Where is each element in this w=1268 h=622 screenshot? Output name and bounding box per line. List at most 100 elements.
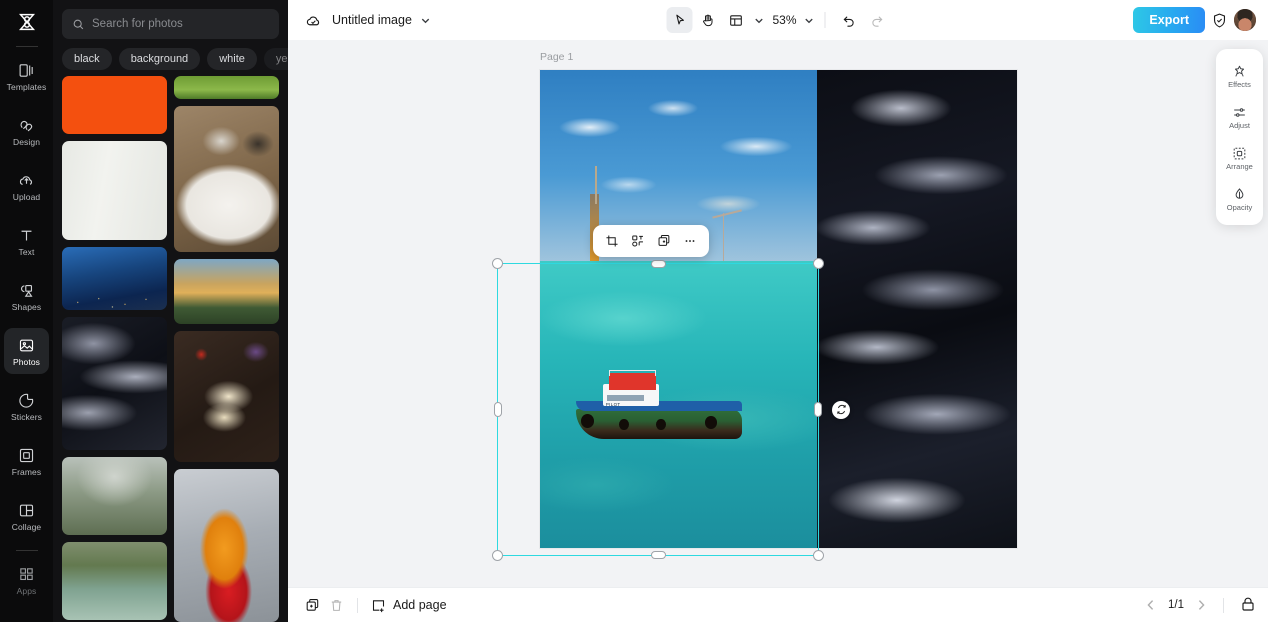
thumbnail-orange-solid[interactable]	[62, 76, 167, 134]
photos-panel: black background white yellow	[53, 0, 288, 622]
collapse-panel-button[interactable]	[286, 292, 288, 338]
sidebar-item-label: Templates	[6, 81, 47, 92]
canvas-tools: 53%	[666, 7, 890, 33]
resize-handle-bottom[interactable]	[650, 551, 666, 559]
rotate-handle[interactable]	[832, 400, 850, 419]
design-canvas[interactable]: PILOT	[540, 70, 1017, 548]
duplicate-page-button[interactable]	[300, 593, 324, 617]
chip-white[interactable]: white	[207, 48, 257, 70]
user-avatar[interactable]	[1234, 9, 1256, 31]
canvas-stage[interactable]: Page 1 PILOT Effects Adjust Arrange Opac…	[288, 40, 1268, 587]
export-button[interactable]: Export	[1133, 7, 1205, 33]
duplicate-button[interactable]	[652, 229, 676, 253]
layout-tool-button[interactable]	[723, 7, 749, 33]
add-page-button[interactable]: Add page	[371, 598, 447, 613]
hand-tool-button[interactable]	[695, 7, 721, 33]
thumbnail-green-grass-field[interactable]	[174, 76, 279, 99]
opacity-button[interactable]: Opacity	[1219, 179, 1260, 220]
shapes-icon	[18, 281, 35, 301]
adjust-label: Adjust	[1229, 121, 1250, 131]
sidebar-item-apps[interactable]: Apps	[4, 557, 49, 603]
sidebar-item-shapes[interactable]: Shapes	[4, 273, 49, 319]
thumbnail-cosplay-portrait[interactable]	[174, 468, 279, 622]
thumbnail-pork-dinner-plate[interactable]	[174, 105, 279, 252]
collage-icon	[18, 501, 35, 521]
add-page-icon	[371, 598, 386, 613]
layout-chevron-down-icon[interactable]	[754, 15, 765, 26]
search-box[interactable]	[62, 9, 279, 39]
thumbnail-city-night-aerial[interactable]	[62, 247, 167, 310]
thumbnail-dark-silk-fabric[interactable]	[62, 317, 167, 450]
resize-handle-top[interactable]	[650, 260, 666, 268]
zoom-level-value[interactable]: 53%	[771, 13, 799, 27]
sidebar-item-label: Text	[18, 246, 35, 257]
thumbnail-mountain-monastery[interactable]	[62, 457, 167, 535]
photo-grid-column-1	[62, 76, 167, 622]
sidebar-item-text[interactable]: Text	[4, 218, 49, 264]
bottom-toolbar: Add page 1/1	[288, 587, 1268, 622]
thumbnail-city-bridge-sunset[interactable]	[174, 258, 279, 324]
sidebar-item-label: Shapes	[11, 301, 42, 312]
adjust-button[interactable]: Adjust	[1219, 97, 1260, 138]
undo-button[interactable]	[836, 7, 862, 33]
resize-handle-bottom-left[interactable]	[492, 550, 503, 561]
thumbnail-white-paper-texture[interactable]	[62, 141, 167, 240]
thumbnail-suspension-bridge[interactable]	[62, 542, 167, 620]
cloud-saved-icon	[305, 12, 322, 29]
templates-icon	[18, 61, 35, 81]
photo-grid	[53, 76, 288, 622]
chip-yellow[interactable]: yellow	[263, 48, 288, 70]
toolbar-divider	[824, 12, 826, 28]
sidebar-item-collage[interactable]: Collage	[4, 493, 49, 539]
redo-button[interactable]	[864, 7, 890, 33]
rotate-icon	[836, 404, 847, 415]
resize-handle-top-left[interactable]	[492, 258, 503, 269]
zoom-chevron-down-icon[interactable]	[804, 15, 815, 26]
chip-black[interactable]: black	[62, 48, 112, 70]
sidebar-item-stickers[interactable]: Stickers	[4, 383, 49, 429]
shield-check-icon[interactable]	[1211, 12, 1228, 29]
canvas-layer-sea-boat[interactable]: PILOT	[540, 261, 817, 548]
sidebar-item-label: Design	[12, 136, 41, 147]
resize-handle-top-right[interactable]	[813, 258, 824, 269]
boat-label: PILOT	[605, 402, 621, 408]
delete-page-button[interactable]	[324, 593, 348, 617]
sidebar-item-label: Apps	[16, 585, 37, 596]
page-navigator: 1/1	[1145, 597, 1256, 613]
canvas-image-dark-silk[interactable]	[816, 70, 1017, 548]
cutout-button[interactable]	[626, 229, 650, 253]
resize-handle-left[interactable]	[494, 402, 502, 417]
filter-chips: black background white yellow	[53, 39, 288, 79]
chip-background[interactable]: background	[118, 48, 201, 70]
arrange-label: Arrange	[1226, 162, 1253, 172]
thumbnail-tacos-on-board[interactable]	[174, 330, 279, 462]
left-nav-rail: Templates Design Upload Text Shapes Phot…	[0, 0, 53, 622]
rail-divider-top	[15, 46, 38, 47]
effects-button[interactable]: Effects	[1219, 56, 1260, 97]
select-tool-button[interactable]	[666, 7, 693, 33]
sparkle-icon	[1232, 64, 1247, 79]
next-page-button[interactable]	[1195, 599, 1207, 611]
document-title[interactable]: Untitled image	[332, 13, 412, 27]
capcut-logo-icon[interactable]	[0, 0, 53, 44]
sidebar-item-design[interactable]: Design	[4, 108, 49, 154]
sidebar-item-templates[interactable]: Templates	[4, 53, 49, 99]
title-chevron-down-icon[interactable]	[420, 15, 431, 26]
photos-icon	[18, 336, 35, 356]
sidebar-item-label: Stickers	[10, 411, 43, 422]
sliders-icon	[1232, 105, 1247, 120]
sidebar-item-label: Upload	[12, 191, 41, 202]
sidebar-item-photos[interactable]: Photos	[4, 328, 49, 374]
sidebar-item-label: Photos	[12, 356, 41, 367]
crop-button[interactable]	[600, 229, 624, 253]
resize-handle-bottom-right[interactable]	[813, 550, 824, 561]
search-input[interactable]	[92, 18, 269, 30]
arrange-button[interactable]: Arrange	[1219, 138, 1260, 179]
sidebar-item-upload[interactable]: Upload	[4, 163, 49, 209]
boat-graphic: PILOT	[575, 370, 742, 439]
notes-icon[interactable]	[1240, 597, 1256, 613]
sidebar-item-frames[interactable]: Frames	[4, 438, 49, 484]
prev-page-button[interactable]	[1145, 599, 1157, 611]
more-horizontal-icon[interactable]	[678, 229, 702, 253]
resize-handle-right[interactable]	[814, 402, 822, 417]
